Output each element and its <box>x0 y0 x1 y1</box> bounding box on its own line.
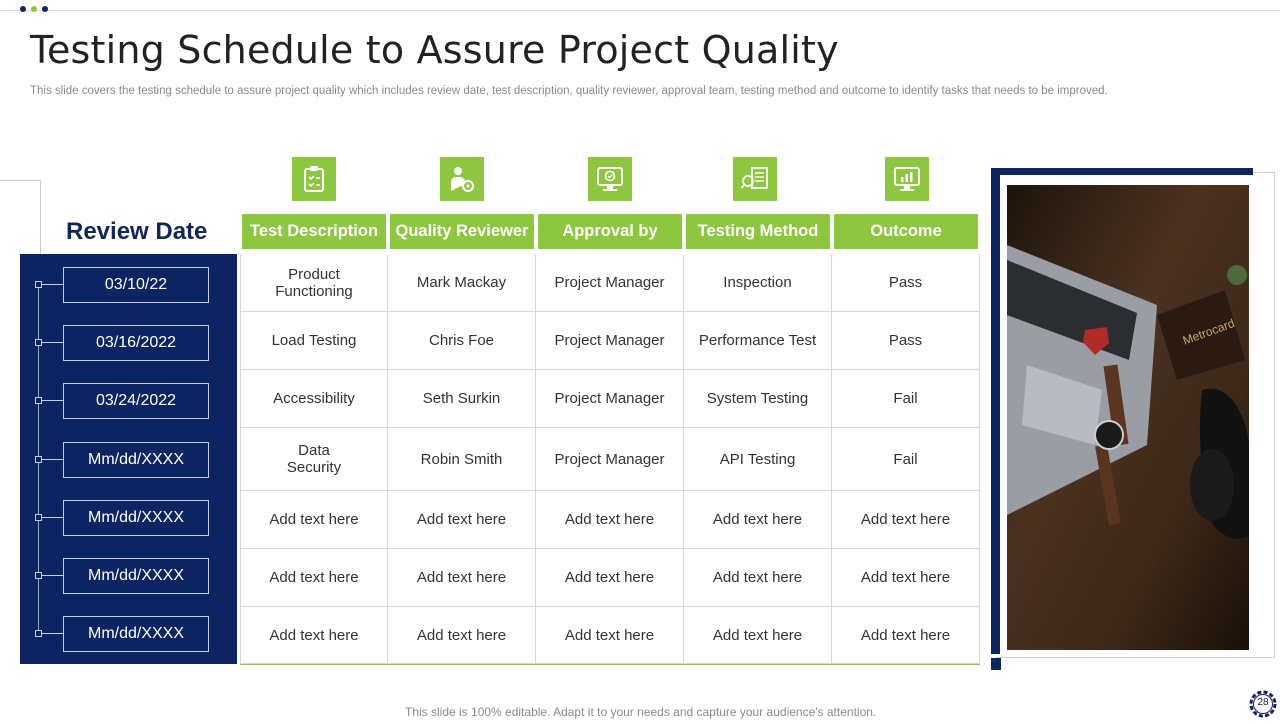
date-row: Mm/dd/XXXX <box>0 616 237 652</box>
table-cell[interactable]: Add text here <box>536 549 684 607</box>
timeline-node <box>35 397 42 404</box>
timeline-tick <box>42 284 63 285</box>
table-cell[interactable]: System Testing <box>684 370 832 428</box>
dot-navy <box>20 6 26 12</box>
column-header-outcome[interactable]: Outcome <box>834 214 978 249</box>
monitor-check-icon <box>588 157 632 201</box>
footer-note: This slide is 100% editable. Adapt it to… <box>405 705 877 719</box>
document-search-icon <box>733 157 777 201</box>
column-header-approval-by[interactable]: Approval by <box>538 214 682 249</box>
date-box[interactable]: 03/24/2022 <box>63 383 209 419</box>
date-row: 03/24/2022 <box>0 383 237 419</box>
table-cell[interactable]: API Testing <box>684 428 832 491</box>
table-cell[interactable]: Robin Smith <box>388 428 536 491</box>
table-cell[interactable]: Project Manager <box>536 254 684 312</box>
table-cell[interactable]: Add text here <box>388 607 536 664</box>
table-cell[interactable]: Add text here <box>536 491 684 549</box>
timeline-tick <box>42 459 63 460</box>
table-cell[interactable]: Load Testing <box>240 312 388 370</box>
table-cell[interactable]: Seth Surkin <box>388 370 536 428</box>
timeline-tick <box>42 342 63 343</box>
page-number-badge: 28 <box>1248 689 1278 719</box>
date-box[interactable]: Mm/dd/XXXX <box>63 558 209 594</box>
table-cell[interactable]: Add text here <box>240 491 388 549</box>
table-cell[interactable]: Add text here <box>832 607 980 664</box>
page-number: 28 <box>1257 697 1269 708</box>
table-cell[interactable]: Product Functioning <box>240 254 388 312</box>
page-title: Testing Schedule to Assure Project Quali… <box>30 28 839 72</box>
timeline-tick <box>42 633 63 634</box>
date-row: 03/10/22 <box>0 267 237 303</box>
table-cell[interactable]: Add text here <box>684 491 832 549</box>
page-subtitle: This slide covers the testing schedule t… <box>30 85 1108 97</box>
table-cell[interactable]: Chris Foe <box>388 312 536 370</box>
frame-accent-top <box>991 168 1253 175</box>
table-cell[interactable]: Data Security <box>240 428 388 491</box>
date-box[interactable]: Mm/dd/XXXX <box>63 616 209 652</box>
table-cell[interactable]: Project Manager <box>536 370 684 428</box>
timeline-node <box>35 630 42 637</box>
timeline-tick <box>42 400 63 401</box>
dot-navy <box>42 6 48 12</box>
table-cell[interactable]: Add text here <box>684 549 832 607</box>
table-cell[interactable]: Mark Mackay <box>388 254 536 312</box>
clipboard-checklist-icon <box>292 157 336 201</box>
timeline-tick <box>42 517 63 518</box>
table-cell[interactable]: Pass <box>832 254 980 312</box>
desk-photo: Metrocard <box>1007 185 1249 650</box>
table-cell[interactable]: Add text here <box>240 549 388 607</box>
person-gear-icon <box>440 157 484 201</box>
date-box[interactable]: 03/10/22 <box>63 267 209 303</box>
table-cell[interactable]: Fail <box>832 428 980 491</box>
timeline-tick <box>42 575 63 576</box>
table-cell[interactable]: Accessibility <box>240 370 388 428</box>
table-cell[interactable]: Add text here <box>388 549 536 607</box>
table-cell[interactable]: Project Manager <box>536 428 684 491</box>
frame-accent-square <box>991 658 1001 670</box>
table-cell[interactable]: Performance Test <box>684 312 832 370</box>
date-box[interactable]: 03/16/2022 <box>63 325 209 361</box>
review-date-title: Review Date <box>66 218 208 245</box>
date-row: Mm/dd/XXXX <box>0 442 237 478</box>
column-header-test-description[interactable]: Test Description <box>242 214 386 249</box>
dot-green <box>31 6 37 12</box>
table-cell[interactable]: Add text here <box>240 607 388 664</box>
timeline-node <box>35 281 42 288</box>
timeline-node <box>35 514 42 521</box>
monitor-chart-icon <box>885 157 929 201</box>
table-cell[interactable]: Pass <box>832 312 980 370</box>
date-box[interactable]: Mm/dd/XXXX <box>63 442 209 478</box>
table-cell[interactable]: Add text here <box>832 549 980 607</box>
table-cell[interactable]: Add text here <box>832 491 980 549</box>
column-header-quality-reviewer[interactable]: Quality Reviewer <box>390 214 534 249</box>
date-row: Mm/dd/XXXX <box>0 500 237 536</box>
table-cell[interactable]: Add text here <box>684 607 832 664</box>
table-cell[interactable]: Fail <box>832 370 980 428</box>
timeline-node <box>35 339 42 346</box>
frame-accent-left <box>991 168 1000 654</box>
decorative-outline <box>0 180 41 261</box>
column-header-testing-method[interactable]: Testing Method <box>686 214 830 249</box>
timeline-node <box>35 456 42 463</box>
top-divider <box>0 10 1280 11</box>
date-box[interactable]: Mm/dd/XXXX <box>63 500 209 536</box>
slide-dots <box>20 6 48 12</box>
table-cell[interactable]: Add text here <box>388 491 536 549</box>
table-cell[interactable]: Project Manager <box>536 312 684 370</box>
table-cell[interactable]: Inspection <box>684 254 832 312</box>
table-cell[interactable]: Add text here <box>536 607 684 664</box>
date-row: Mm/dd/XXXX <box>0 558 237 594</box>
date-row: 03/16/2022 <box>0 325 237 361</box>
timeline-node <box>35 572 42 579</box>
schedule-table: Product Functioning Mark Mackay Project Ma… <box>240 254 980 665</box>
